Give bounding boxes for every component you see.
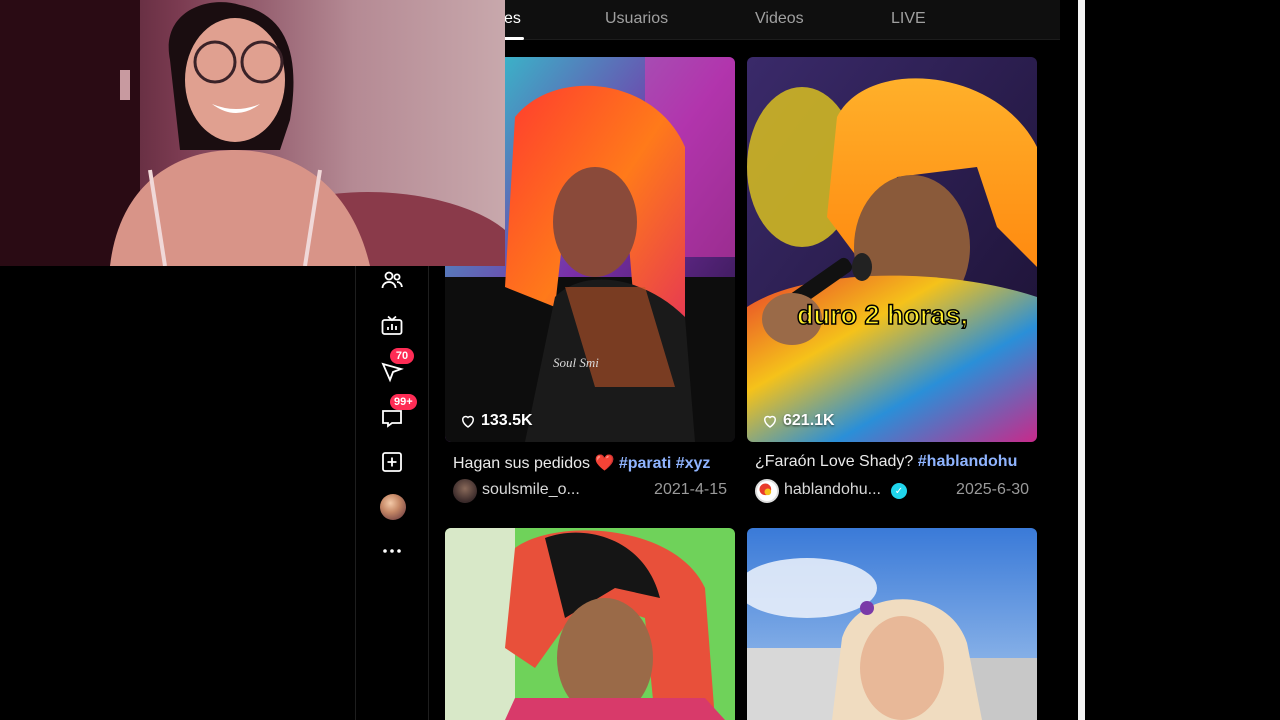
video-caption[interactable]: ¿Faraón Love Shady? #hablandohu	[755, 453, 1037, 471]
caption-text: Hagan sus pedidos	[453, 455, 590, 472]
like-count: 133.5K	[459, 412, 533, 430]
heart-icon	[763, 415, 777, 428]
search-tabs: es Usuarios Videos LIVE	[430, 0, 1060, 40]
video-caption[interactable]: Hagan sus pedidos ❤️ #parati #xyz	[453, 453, 735, 473]
video-overlay-text: duro 2 horas,	[796, 299, 969, 331]
video-thumbnail[interactable]	[445, 528, 735, 720]
webcam-overlay	[0, 0, 505, 266]
creator-avatar[interactable]	[453, 479, 477, 503]
creator-username[interactable]: soulsmile_o...	[482, 481, 580, 499]
profile-avatar[interactable]	[380, 494, 406, 520]
like-count: 621.1K	[761, 412, 835, 430]
messages-icon[interactable]: 70	[378, 348, 414, 386]
logo-icon	[759, 483, 772, 496]
messages-badge: 70	[390, 348, 414, 364]
caption-text: ¿Faraón Love Shady?	[755, 453, 914, 470]
live-tv-icon[interactable]	[378, 312, 406, 340]
more-icon[interactable]	[378, 537, 406, 565]
video-thumbnail[interactable]: duro 2 horas, 621.1K	[747, 57, 1037, 442]
creator-avatar[interactable]	[755, 479, 779, 503]
video-meta: soulsmile_o... 2021-4-15	[453, 479, 735, 503]
inbox-badge: 99+	[390, 394, 417, 410]
tab-live[interactable]: LIVE	[891, 10, 926, 28]
tab-usuarios[interactable]: Usuarios	[605, 10, 668, 28]
hashtag-link[interactable]: #hablandohu	[918, 453, 1018, 470]
upload-icon[interactable]	[378, 448, 406, 476]
post-date: 2021-4-15	[654, 481, 727, 498]
tab-top[interactable]: es	[504, 10, 521, 28]
page-edge	[1078, 0, 1085, 720]
like-count-value: 133.5K	[481, 412, 533, 429]
heart-emoji: ❤️	[594, 455, 615, 472]
tab-videos[interactable]: Videos	[755, 10, 804, 28]
video-thumbnail[interactable]	[747, 528, 1037, 720]
post-date: 2025-6-30	[956, 481, 1029, 498]
following-icon[interactable]	[378, 266, 406, 294]
like-count-value: 621.1K	[783, 412, 835, 429]
creator-username[interactable]: hablandohu...	[784, 481, 881, 499]
heart-icon	[461, 415, 475, 428]
verified-badge-icon: ✓	[891, 483, 907, 499]
hashtag-link[interactable]: #parati	[619, 455, 671, 472]
video-watermark: Soul Smi	[553, 355, 599, 370]
inbox-icon[interactable]: 99+	[378, 394, 417, 432]
video-meta: hablandohu... ✓ 2025-6-30	[755, 479, 1037, 503]
hashtag-link[interactable]: #xyz	[676, 455, 711, 472]
